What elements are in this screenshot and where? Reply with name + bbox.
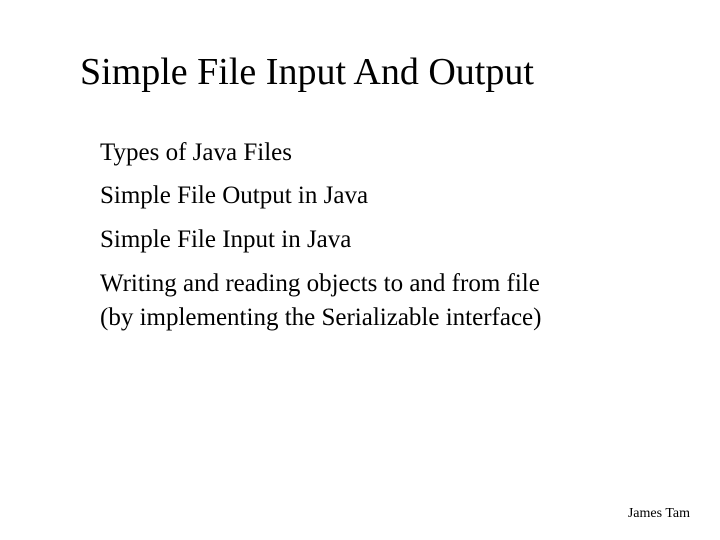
slide-content: Types of Java Files Simple File Output i…: [80, 136, 660, 335]
list-item: Types of Java Files: [100, 136, 560, 170]
slide: Simple File Input And Output Types of Ja…: [0, 0, 720, 540]
list-item: Simple File Output in Java: [100, 179, 560, 213]
slide-title: Simple File Input And Output: [80, 50, 660, 96]
list-item: Simple File Input in Java: [100, 223, 560, 257]
list-item: Writing and reading objects to and from …: [100, 267, 560, 335]
footer-author: James Tam: [628, 506, 690, 522]
